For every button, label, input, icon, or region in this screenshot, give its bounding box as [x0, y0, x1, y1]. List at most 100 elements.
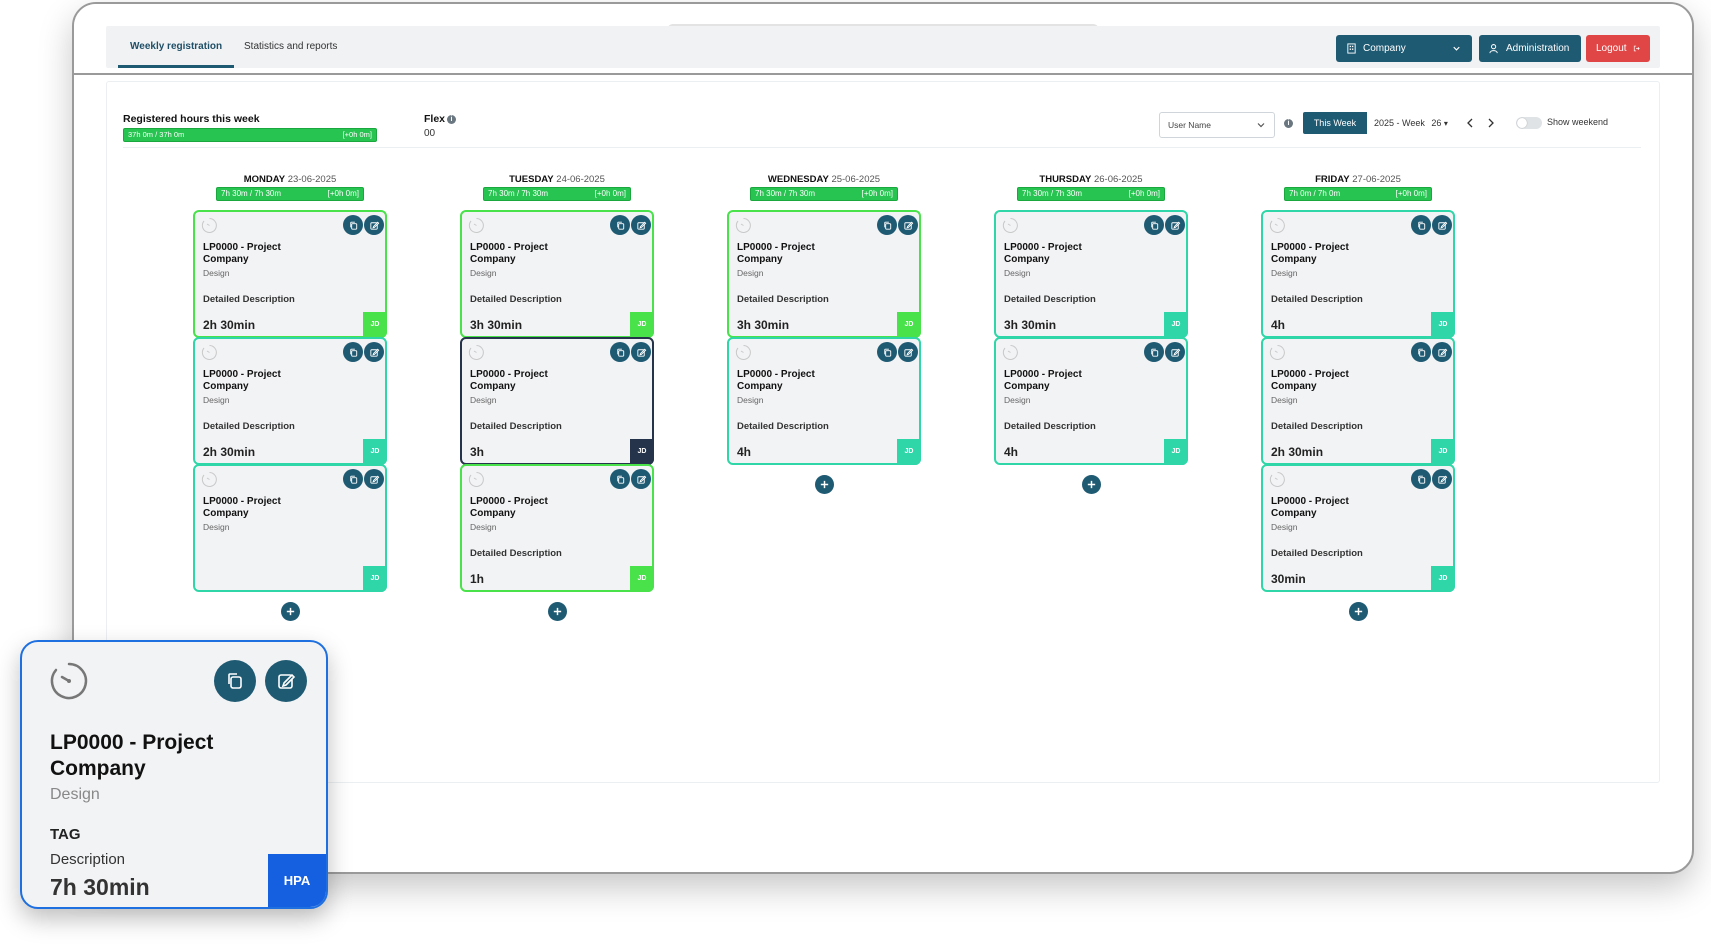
day-column-friday: FRIDAY 27-06-2025 7h 0m / 7h 0m [+0h 0m] LP…	[1261, 174, 1455, 621]
add-entry-button[interactable]	[1082, 475, 1101, 494]
previous-week-icon[interactable]	[1463, 116, 1477, 130]
edit-button[interactable]	[898, 342, 918, 362]
time-entry-card[interactable]: LP0000 - Project Company Design Detailed De…	[460, 464, 654, 592]
copy-button[interactable]	[877, 215, 897, 235]
time-entry-card[interactable]: LP0000 - Project Company Design Detailed De…	[460, 337, 654, 465]
time-entry-card[interactable]: LP0000 - Project Company Design Detailed De…	[994, 337, 1188, 465]
edit-button[interactable]	[631, 469, 651, 489]
entry-title-line1: LP0000 - Project	[737, 369, 815, 380]
edit-button[interactable]	[1432, 469, 1452, 489]
edit-button[interactable]	[898, 215, 918, 235]
copy-icon	[348, 220, 359, 231]
entry-title: LP0000 - Project Company	[1271, 496, 1349, 520]
copy-button[interactable]	[343, 469, 363, 489]
entry-title-line1: LP0000 - Project	[470, 369, 548, 380]
user-initials-badge: JD	[630, 439, 654, 465]
time-entry-card[interactable]: LP0000 - Project Company Design Detailed De…	[727, 210, 921, 338]
entry-description: Detailed Description	[737, 421, 829, 432]
logout-button[interactable]: Logout	[1586, 35, 1650, 62]
user-initials-badge: JD	[1431, 439, 1455, 465]
edit-icon	[903, 220, 914, 231]
day-hours-value: 7h 30m / 7h 30m	[1022, 189, 1083, 198]
entry-description: Detailed Description	[1271, 294, 1363, 305]
edit-button[interactable]	[364, 215, 384, 235]
time-entry-card[interactable]: LP0000 - Project Company Design Detailed De…	[1261, 464, 1455, 592]
day-hours-progress: 7h 30m / 7h 30m [+0h 0m]	[216, 187, 364, 201]
copy-button[interactable]	[610, 215, 630, 235]
entry-title: LP0000 - Project Company	[203, 242, 281, 266]
time-entry-card[interactable]: LP0000 - Project Company Design Detailed De…	[994, 210, 1188, 338]
copy-icon	[1149, 347, 1160, 358]
edit-button[interactable]	[631, 215, 651, 235]
entry-title-line1: LP0000 - Project	[203, 369, 281, 380]
add-entry-button[interactable]	[1349, 602, 1368, 621]
time-entry-card[interactable]: LP0000 - Project Company Design Detailed De…	[460, 210, 654, 338]
user-select[interactable]: User Name	[1159, 112, 1275, 138]
add-entry-button[interactable]	[548, 602, 567, 621]
entry-description: Detailed Description	[1004, 294, 1096, 305]
company-select-label: Company	[1363, 43, 1406, 54]
tab-weekly-registration[interactable]: Weekly registration	[118, 26, 235, 68]
copy-button[interactable]	[1144, 215, 1164, 235]
copy-button[interactable]	[343, 342, 363, 362]
this-week-button[interactable]: This Week	[1303, 112, 1367, 134]
timesheet-app: Weekly registration Statistics and repor…	[106, 26, 1660, 786]
entry-category: Design	[1271, 522, 1298, 532]
time-entry-card[interactable]: LP0000 - Project Company Design Detailed De…	[193, 210, 387, 338]
edit-button[interactable]	[1165, 215, 1185, 235]
time-entry-card[interactable]: LP0000 - Project Company Design Detailed De…	[727, 337, 921, 465]
flex-value: 00	[424, 128, 436, 139]
edit-button[interactable]	[364, 342, 384, 362]
add-entry-button[interactable]	[815, 475, 834, 494]
tab-statistics-reports[interactable]: Statistics and reports	[232, 26, 349, 68]
user-initials-badge: JD	[897, 439, 921, 465]
edit-icon	[636, 347, 647, 358]
time-entry-card[interactable]: LP0000 - Project Company Design JD	[193, 464, 387, 592]
day-name: MONDAY	[243, 174, 286, 185]
copy-icon	[1416, 220, 1427, 231]
copy-button[interactable]	[1411, 342, 1431, 362]
day-header: WEDNESDAY 25-06-2025	[727, 174, 921, 185]
next-week-icon[interactable]	[1484, 116, 1498, 130]
add-entry-button[interactable]	[281, 602, 300, 621]
timer-icon	[468, 344, 485, 361]
edit-icon	[1437, 474, 1448, 485]
day-date: 26-06-2025	[1093, 174, 1143, 185]
administration-button[interactable]: Administration	[1479, 35, 1581, 62]
edit-icon	[636, 220, 647, 231]
info-icon[interactable]: i	[447, 115, 457, 124]
edit-button[interactable]	[1165, 342, 1185, 362]
copy-button[interactable]	[1411, 215, 1431, 235]
time-entry-card[interactable]: LP0000 - Project Company Design Detailed De…	[193, 337, 387, 465]
copy-button[interactable]	[1144, 342, 1164, 362]
copy-button[interactable]	[610, 342, 630, 362]
copy-button[interactable]	[214, 660, 256, 702]
featured-time-entry-card[interactable]: LP0000 - Project Company Design TAG Desc…	[20, 640, 328, 909]
entry-title-line1: LP0000 - Project	[1271, 496, 1349, 507]
entry-title-line2: Company	[1271, 508, 1317, 519]
day-hours-value: 7h 30m / 7h 30m	[221, 189, 282, 198]
day-column-thursday: THURSDAY 26-06-2025 7h 30m / 7h 30m [+0h 0…	[994, 174, 1188, 494]
time-entry-card[interactable]: LP0000 - Project Company Design Detailed De…	[1261, 210, 1455, 338]
time-entry-card[interactable]: LP0000 - Project Company Design Detailed De…	[1261, 337, 1455, 465]
user-initials-badge: JD	[1164, 439, 1188, 465]
edit-button[interactable]	[1432, 215, 1452, 235]
edit-icon	[278, 673, 296, 689]
edit-button[interactable]	[265, 660, 307, 702]
week-selector[interactable]: 2025 - Week 26 ▾	[1374, 112, 1448, 134]
edit-button[interactable]	[631, 342, 651, 362]
user-initials-badge: JD	[630, 566, 654, 592]
edit-button[interactable]	[364, 469, 384, 489]
show-weekend-toggle[interactable]	[1516, 117, 1542, 129]
copy-button[interactable]	[343, 215, 363, 235]
entry-description: Detailed Description	[470, 294, 562, 305]
company-select[interactable]: Company	[1336, 35, 1472, 62]
copy-button[interactable]	[877, 342, 897, 362]
info-icon[interactable]: i	[1284, 119, 1293, 128]
edit-button[interactable]	[1432, 342, 1452, 362]
copy-button[interactable]	[610, 469, 630, 489]
entry-description: Detailed Description	[470, 548, 562, 559]
entry-title-line2: Company	[737, 381, 783, 392]
entry-title-line1: LP0000 - Project	[1271, 369, 1349, 380]
copy-button[interactable]	[1411, 469, 1431, 489]
